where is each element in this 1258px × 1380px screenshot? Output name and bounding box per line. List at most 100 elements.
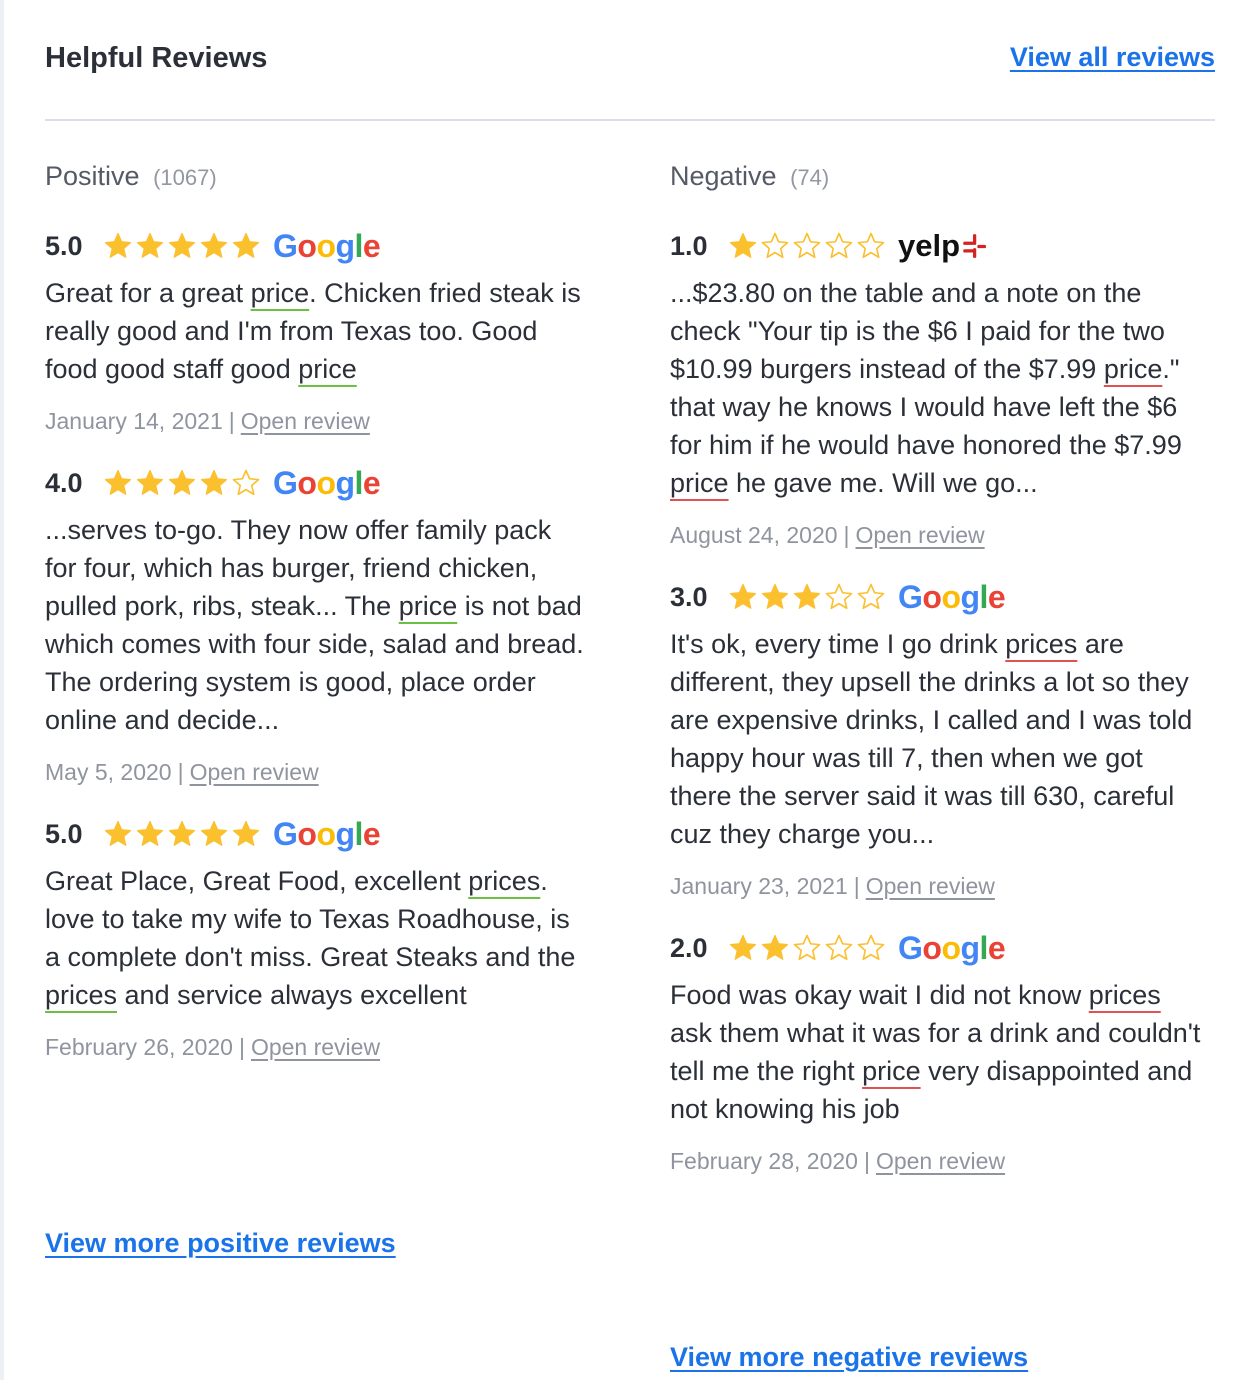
open-review-link[interactable]: Open review [190,759,319,785]
google-logo: Google [273,227,381,264]
view-all-reviews-link[interactable]: View all reviews [1010,42,1215,73]
rating-row: 3.0 Google [670,579,1210,615]
view-more-positive-link[interactable]: View more positive reviews [45,1228,396,1259]
open-review-link[interactable]: Open review [876,1148,1005,1174]
google-logo: Google [898,929,1006,966]
page-edge [0,0,4,1380]
rating-row: 4.0 Google [45,465,585,501]
highlighted-keyword: price [398,591,458,621]
review-date: February 28, 2020 [670,1148,858,1174]
review-text-segment: he gave me. Will we go... [728,468,1038,498]
star-outline-icon [761,232,789,259]
positive-column: Positive (1067) 5.0 Google Great for a gre… [45,158,585,1061]
divider [45,119,1215,121]
review-card: 4.0 Google ...serves to-go. They now offer… [45,465,585,786]
star-outline-icon [825,934,853,961]
highlighted-keyword: price [250,278,310,308]
review-card: 2.0 Google Food was okay wait I did not kn… [670,930,1210,1175]
separator: | [228,408,235,434]
positive-review-list: 5.0 Google Great for a great price. Chicke… [45,228,585,1061]
review-date: August 24, 2020 [670,522,838,548]
page-title: Helpful Reviews [45,42,268,74]
star-icon [232,232,260,258]
review-text-segment: Food was okay wait I did not know [670,980,1089,1010]
review-text-segment: and service always excellent [117,980,467,1010]
rating-row: 2.0 Google [670,930,1210,966]
review-meta: February 28, 2020 | Open review [670,1148,1210,1175]
rating-score: 2.0 [670,932,708,963]
separator: | [863,1148,870,1174]
star-icon [729,934,757,960]
star-outline-icon [793,934,821,961]
review-meta: January 14, 2021 | Open review [45,408,585,435]
open-review-link[interactable]: Open review [251,1034,380,1060]
star-icon [793,583,821,609]
highlighted-keyword: prices [1005,629,1078,659]
review-text: It's ok, every time I go drink prices ar… [670,625,1210,853]
star-icon [136,820,164,846]
star-icon [104,469,132,495]
star-icon [136,232,164,258]
yelp-burst-icon [963,234,987,258]
highlighted-keyword: prices [45,980,118,1010]
star-rating [103,231,263,261]
star-outline-icon [857,232,885,259]
positive-heading: Positive (1067) [45,158,585,198]
review-text-segment: ...$23.80 on the table and a note on the… [670,278,1165,384]
star-outline-icon [857,934,885,961]
review-date: February 26, 2020 [45,1034,233,1060]
review-date: January 14, 2021 [45,408,223,434]
star-icon [104,232,132,258]
open-review-link[interactable]: Open review [241,408,370,434]
star-outline-icon [232,469,260,496]
negative-review-list: 1.0 yelp ...$23.80 on the table and a note… [670,228,1210,1175]
star-icon [168,469,196,495]
star-rating [728,231,888,261]
highlighted-keyword: price [298,354,357,384]
star-icon [200,232,228,258]
star-icon [136,469,164,495]
star-outline-icon [825,232,853,259]
star-rating [103,819,263,849]
rating-score: 5.0 [45,818,83,849]
highlighted-keyword: price [670,468,729,498]
rating-row: 5.0 Google [45,816,585,852]
review-meta: February 26, 2020 | Open review [45,1034,585,1061]
review-text: Great for a great price. Chicken fried s… [45,274,585,388]
positive-label: Positive [45,161,140,191]
rating-score: 5.0 [45,230,83,261]
star-outline-icon [857,583,885,610]
highlighted-keyword: price [862,1056,921,1086]
review-text-segment: Great for a great [45,278,251,308]
separator: | [843,522,850,548]
review-date: January 23, 2021 [670,873,848,899]
positive-count: (1067) [153,165,217,190]
review-card: 5.0 Google Great Place, Great Food, excell… [45,816,585,1061]
google-logo: Google [898,578,1006,615]
star-icon [200,820,228,846]
rating-row: 1.0 yelp [670,228,1210,264]
view-more-negative-link[interactable]: View more negative reviews [670,1342,1028,1373]
review-card: 3.0 Google It's ok, every time I go drink … [670,579,1210,900]
star-outline-icon [825,583,853,610]
star-icon [761,934,789,960]
review-source: Google [273,815,381,853]
star-icon [729,583,757,609]
star-outline-icon [793,232,821,259]
star-icon [200,469,228,495]
highlighted-keyword: prices [1088,980,1161,1010]
open-review-link[interactable]: Open review [856,522,985,548]
review-meta: August 24, 2020 | Open review [670,522,1210,549]
google-logo: Google [273,815,381,852]
star-rating [728,933,888,963]
separator: | [238,1034,245,1060]
open-review-link[interactable]: Open review [866,873,995,899]
review-meta: May 5, 2020 | Open review [45,759,585,786]
review-source: Google [273,465,381,502]
star-icon [761,583,789,609]
review-text: Great Place, Great Food, excellent price… [45,862,585,1014]
review-text-segment: It's ok, every time I go drink [670,629,1006,659]
negative-label: Negative [670,161,777,191]
header: Helpful Reviews View all reviews [45,38,1215,78]
review-source: Google [273,227,381,265]
